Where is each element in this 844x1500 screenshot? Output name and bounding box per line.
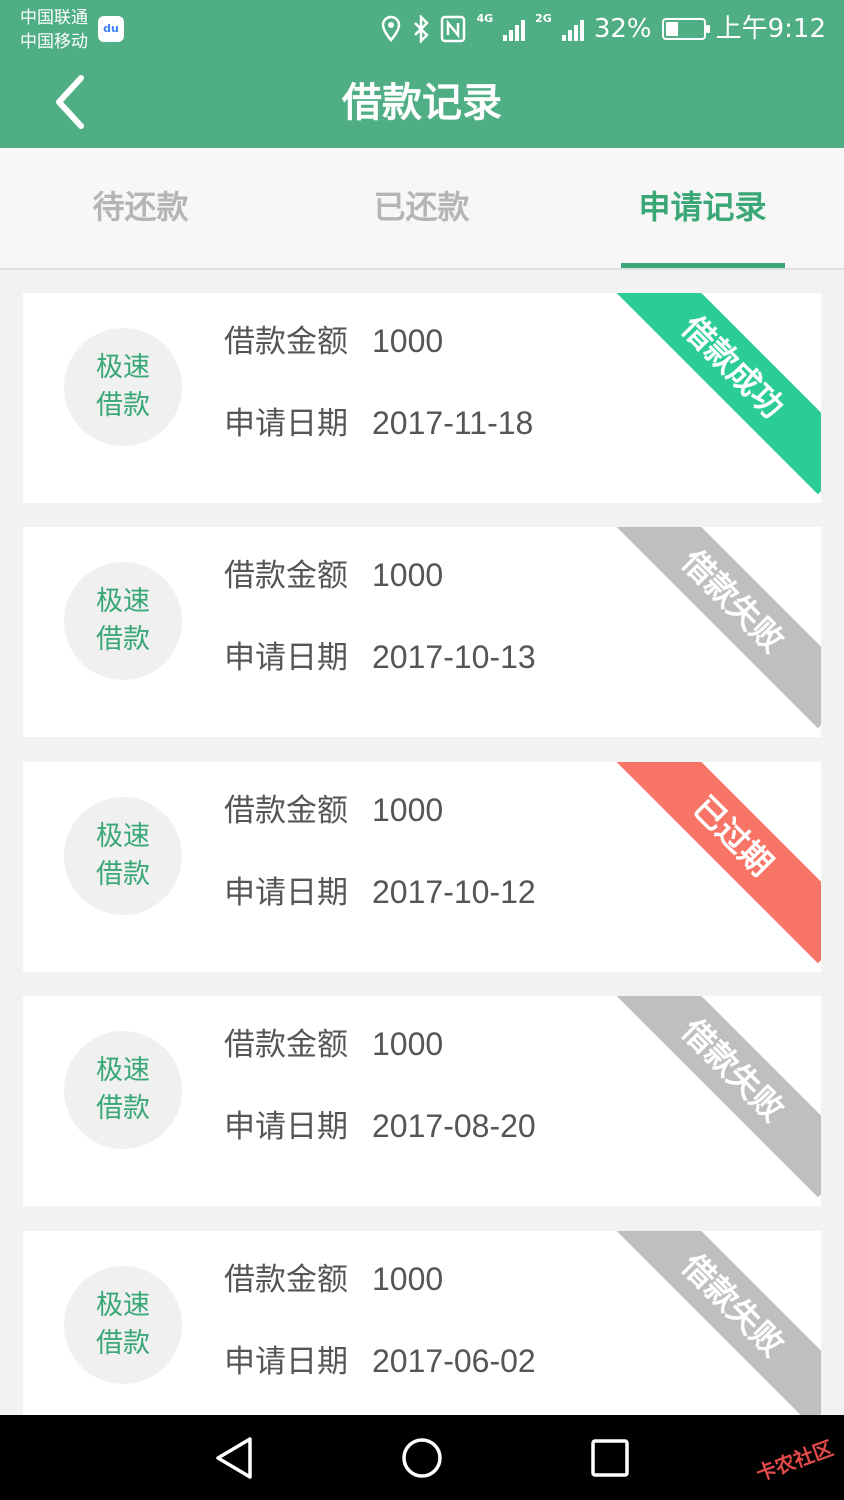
date-row: 申请日期 2017-08-20	[224, 1106, 536, 1147]
date-label: 申请日期	[224, 875, 348, 911]
product-badge: 极速 借款	[64, 328, 182, 446]
status-bar: 中国联通 中国移动 du 4G 2G 32% 上午9:12	[0, 0, 844, 58]
date-label: 申请日期	[224, 1109, 348, 1145]
status-ribbon: 已过期	[605, 762, 821, 964]
amount-label: 借款金额	[224, 1027, 348, 1063]
product-badge-line2: 借款	[96, 1328, 150, 1359]
product-badge-line1: 极速	[96, 586, 150, 617]
tab-application-records[interactable]: 申请记录	[562, 148, 843, 268]
watermark-logo: 卡农社区	[752, 1435, 837, 1486]
product-badge: 极速 借款	[64, 1266, 182, 1384]
carrier-2: 中国移动	[20, 32, 88, 52]
product-badge-line2: 借款	[96, 390, 150, 421]
date-value: 2017-08-20	[372, 1108, 536, 1144]
amount-row: 借款金额 1000	[224, 790, 443, 831]
battery-percent: 32%	[593, 14, 652, 44]
product-badge-line1: 极速	[96, 821, 150, 852]
signal-icon	[503, 17, 526, 41]
recents-nav-icon	[591, 1439, 629, 1477]
amount-value: 1000	[372, 557, 444, 593]
amount-row: 借款金额 1000	[224, 1259, 443, 1300]
baidu-icon: du	[98, 16, 124, 42]
amount-row: 借款金额 1000	[224, 321, 443, 362]
date-value: 2017-11-18	[372, 405, 534, 441]
product-badge-line2: 借款	[96, 624, 150, 655]
product-badge-line1: 极速	[96, 1055, 150, 1086]
active-tab-indicator	[621, 263, 785, 268]
date-value: 2017-06-02	[372, 1343, 536, 1379]
app-header: 借款记录	[0, 58, 844, 148]
status-ribbon: 借款失败	[605, 527, 821, 729]
product-badge: 极速 借款	[64, 1031, 182, 1149]
record-card[interactable]: 极速 借款 借款金额 1000 申请日期 2017-06-02 借款失败	[23, 1231, 821, 1415]
date-value: 2017-10-13	[372, 639, 536, 675]
status-ribbon: 借款成功	[605, 293, 821, 495]
date-label: 申请日期	[224, 640, 348, 676]
nfc-icon	[441, 15, 466, 43]
date-value: 2017-10-12	[372, 874, 536, 910]
network-type-4g: 4G	[476, 12, 494, 25]
record-card[interactable]: 极速 借款 借款金额 1000 申请日期 2017-10-13 借款失败	[23, 527, 821, 737]
date-label: 申请日期	[224, 406, 348, 442]
amount-value: 1000	[372, 1026, 444, 1062]
amount-row: 借款金额 1000	[224, 555, 443, 596]
home-nav-icon	[402, 1438, 442, 1478]
product-badge: 极速 借款	[64, 562, 182, 680]
date-row: 申请日期 2017-06-02	[224, 1341, 536, 1382]
nav-home-button[interactable]	[397, 1435, 447, 1481]
signal-icon	[561, 17, 584, 41]
status-ribbon: 借款失败	[605, 1231, 821, 1415]
status-icons: 4G 2G 32% 上午9:12	[380, 12, 826, 46]
carrier-1: 中国联通	[20, 8, 88, 28]
network-type-2g: 2G	[535, 12, 552, 25]
clock: 上午9:12	[715, 14, 826, 44]
amount-label: 借款金额	[224, 793, 348, 829]
date-label: 申请日期	[224, 1344, 348, 1380]
page-title: 借款记录	[342, 80, 502, 126]
amount-label: 借款金额	[224, 558, 348, 594]
product-badge-line1: 极速	[96, 352, 150, 383]
date-row: 申请日期 2017-10-13	[224, 637, 536, 678]
tab-pending-repayment[interactable]: 待还款	[0, 148, 281, 268]
nav-recents-button[interactable]	[585, 1435, 635, 1481]
battery-icon	[661, 18, 710, 40]
nav-back-button[interactable]	[210, 1435, 260, 1481]
date-row: 申请日期 2017-10-12	[224, 872, 536, 913]
product-badge-line1: 极速	[96, 1290, 150, 1321]
amount-label: 借款金额	[224, 1262, 348, 1298]
system-nav-bar: 卡农社区	[0, 1415, 844, 1500]
bluetooth-icon	[414, 15, 430, 43]
product-badge: 极速 借款	[64, 797, 182, 915]
status-ribbon: 借款失败	[605, 996, 821, 1198]
product-badge-line2: 借款	[96, 859, 150, 890]
record-list[interactable]: 极速 借款 借款金额 1000 申请日期 2017-11-18 借款成功 极速 借款…	[0, 270, 844, 1415]
record-card[interactable]: 极速 借款 借款金额 1000 申请日期 2017-10-12 已过期	[23, 762, 821, 972]
amount-value: 1000	[372, 1261, 444, 1297]
location-icon	[382, 15, 401, 42]
amount-value: 1000	[372, 323, 444, 359]
back-nav-icon	[216, 1437, 252, 1479]
product-badge-line2: 借款	[96, 1093, 150, 1124]
record-card[interactable]: 极速 借款 借款金额 1000 申请日期 2017-08-20 借款失败	[23, 996, 821, 1206]
amount-value: 1000	[372, 792, 444, 828]
tab-bar: 待还款 已还款 申请记录	[0, 148, 844, 270]
carrier-info: 中国联通 中国移动	[20, 6, 88, 54]
amount-row: 借款金额 1000	[224, 1024, 443, 1065]
date-row: 申请日期 2017-11-18	[224, 403, 533, 444]
amount-label: 借款金额	[224, 324, 348, 360]
record-card[interactable]: 极速 借款 借款金额 1000 申请日期 2017-11-18 借款成功	[23, 293, 821, 503]
tab-repaid[interactable]: 已还款	[281, 148, 562, 268]
